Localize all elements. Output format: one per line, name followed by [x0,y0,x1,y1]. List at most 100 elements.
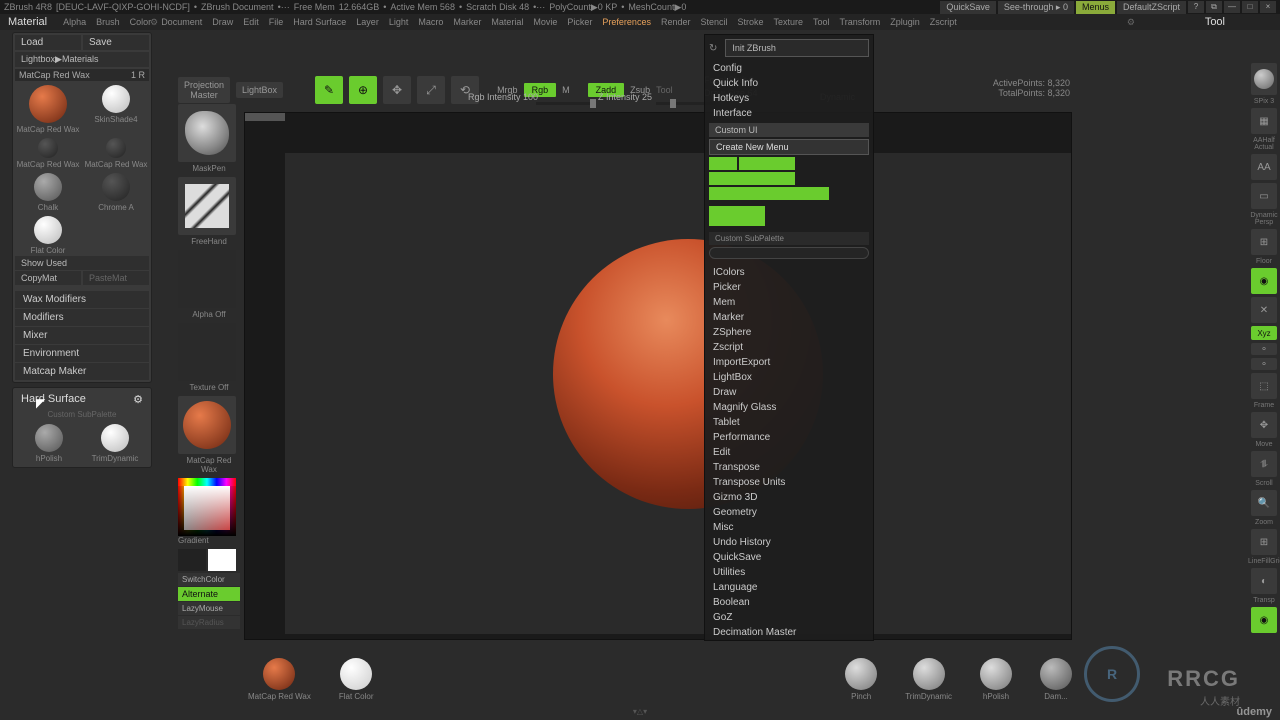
spix-label[interactable]: SPix 3 [1248,98,1280,105]
gear-icon[interactable]: ⚙ [150,17,158,28]
pref-icolors[interactable]: IColors [705,265,873,280]
pref-transpose-units[interactable]: Transpose Units [705,475,873,490]
pref-mem[interactable]: Mem [705,295,873,310]
menu-document[interactable]: Document [161,17,202,27]
pref-transpose[interactable]: Transpose [705,460,873,475]
minimize-button[interactable]: — [1224,1,1240,13]
draw-mode-icon[interactable]: ⊕ [349,76,377,104]
menu-picker[interactable]: Picker [567,17,592,27]
menu-zplugin[interactable]: Zplugin [890,17,920,27]
menu-file[interactable]: File [269,17,284,27]
small-x[interactable]: ∘ [1251,343,1277,355]
grid-button[interactable]: ⊞ [1251,529,1277,555]
alternate-button[interactable]: Alternate [178,587,240,601]
menu-movie[interactable]: Movie [533,17,557,27]
brush-trimdynamic[interactable]: TrimDynamic [83,422,147,463]
timeline-marker[interactable] [245,113,285,121]
maximize-button[interactable]: □ [1242,1,1258,13]
section-modifiers[interactable]: Modifiers [15,309,149,326]
stroke-slot[interactable] [178,177,236,235]
custom-subpalette-button[interactable]: Custom SubPalette [709,232,869,245]
pref-boolean[interactable]: Boolean [705,595,873,610]
menu-stencil[interactable]: Stencil [700,17,727,27]
pref-hotkeys[interactable]: Hotkeys [705,91,873,106]
menu-tool[interactable]: Tool [813,17,830,27]
scroll-button[interactable]: ⥮ [1251,451,1277,477]
restore-button[interactable]: ⧉ [1206,1,1222,13]
xyz-button[interactable]: Xyz [1251,326,1277,340]
tool-preview-slot[interactable] [1251,63,1277,95]
switch-color-button[interactable]: SwitchColor [178,573,240,586]
pref-marker[interactable]: Marker [705,310,873,325]
pref-importexport[interactable]: ImportExport [705,355,873,370]
projection-master-button[interactable]: Projection Master [178,77,230,103]
shelf-item-trimdynamic[interactable]: TrimDynamic [905,658,952,701]
primary-color-swatch[interactable] [208,549,236,571]
shelf-item-flatcolor[interactable]: Flat Color [339,658,374,701]
menu-brush[interactable]: Brush [96,17,120,27]
material-slot[interactable] [178,396,236,454]
persp-button[interactable]: ▭ [1251,183,1277,209]
color-picker[interactable] [178,478,236,536]
section-matcap-maker[interactable]: Matcap Maker [15,363,149,380]
section-wax-modifiers[interactable]: Wax Modifiers [15,291,149,308]
alpha-slot[interactable] [178,250,236,308]
section-mixer[interactable]: Mixer [15,327,149,344]
menu-hard-surface[interactable]: Hard Surface [293,17,346,27]
local-button[interactable]: ◉ [1251,268,1277,294]
material-swatch-flatcolor[interactable]: Flat Color [15,214,81,255]
menu-zscript[interactable]: Zscript [930,17,957,27]
pref-goz[interactable]: GoZ [705,610,873,625]
secondary-color-swatch[interactable] [178,549,206,571]
pref-magnify[interactable]: Magnify Glass [705,400,873,415]
texture-slot[interactable] [178,323,236,381]
pastemat-button[interactable]: PasteMat [83,271,149,285]
pref-zsphere[interactable]: ZSphere [705,325,873,340]
subpalette-field[interactable] [709,247,869,259]
custom-ui-header[interactable]: Custom UI [709,123,869,137]
gear-icon-right[interactable]: ⚙ [1127,17,1135,28]
scale-mode-icon[interactable]: ⤢ [417,76,445,104]
bpx-button[interactable]: ▦ [1251,108,1277,134]
load-button[interactable]: Load [15,35,81,50]
pref-decimation[interactable]: Decimation Master [705,625,873,640]
pref-config[interactable]: Config [705,61,873,76]
menu-stroke[interactable]: Stroke [738,17,764,27]
menu-macro[interactable]: Macro [418,17,443,27]
seethrough-slider[interactable]: See-through ▸ 0 [998,1,1074,14]
pref-tablet[interactable]: Tablet [705,415,873,430]
section-environment[interactable]: Environment [15,345,149,362]
m-label[interactable]: M [562,85,570,95]
move-mode-icon[interactable]: ✥ [383,76,411,104]
material-swatch-red[interactable]: MatCap Red Wax [15,83,81,134]
menu-texture[interactable]: Texture [774,17,804,27]
solo-button[interactable]: ◉ [1251,607,1277,633]
lightbox-materials-link[interactable]: Lightbox▶Materials [15,52,149,67]
pref-picker[interactable]: Picker [705,280,873,295]
default-zscript[interactable]: DefaultZScript [1117,1,1186,14]
pref-geometry[interactable]: Geometry [705,505,873,520]
shelf-handle-icon[interactable]: ▾△▾ [633,707,647,716]
frame-button[interactable]: ⬚ [1251,373,1277,399]
move-button[interactable]: ✥ [1251,412,1277,438]
material-swatch-4[interactable]: MatCap Red Wax [83,136,149,169]
rgb-intensity-slider[interactable] [536,102,596,105]
brush-hpolish[interactable]: hPolish [17,422,81,463]
menu-layer[interactable]: Layer [356,17,379,27]
pref-edit[interactable]: Edit [705,445,873,460]
pref-lightbox[interactable]: LightBox [705,370,873,385]
shelf-item-matcap[interactable]: MatCap Red Wax [248,658,311,701]
material-swatch-skinshade[interactable]: SkinShade4 [83,83,149,134]
shelf-item-hpolish[interactable]: hPolish [980,658,1012,701]
show-used-button[interactable]: Show Used [15,256,149,270]
pref-zscript[interactable]: Zscript [705,340,873,355]
zoom-button[interactable]: 🔍 [1251,490,1277,516]
aahalf-button[interactable]: AA [1251,154,1277,180]
save-button[interactable]: Save [83,35,149,50]
material-swatch-chalk[interactable]: Chalk [15,171,81,212]
menu-alpha[interactable]: Alpha [63,17,86,27]
gear-icon[interactable]: ⚙ [133,393,143,406]
lightbox-button[interactable]: LightBox [236,82,283,98]
viewport[interactable] [285,153,1071,634]
menu-transform[interactable]: Transform [840,17,881,27]
